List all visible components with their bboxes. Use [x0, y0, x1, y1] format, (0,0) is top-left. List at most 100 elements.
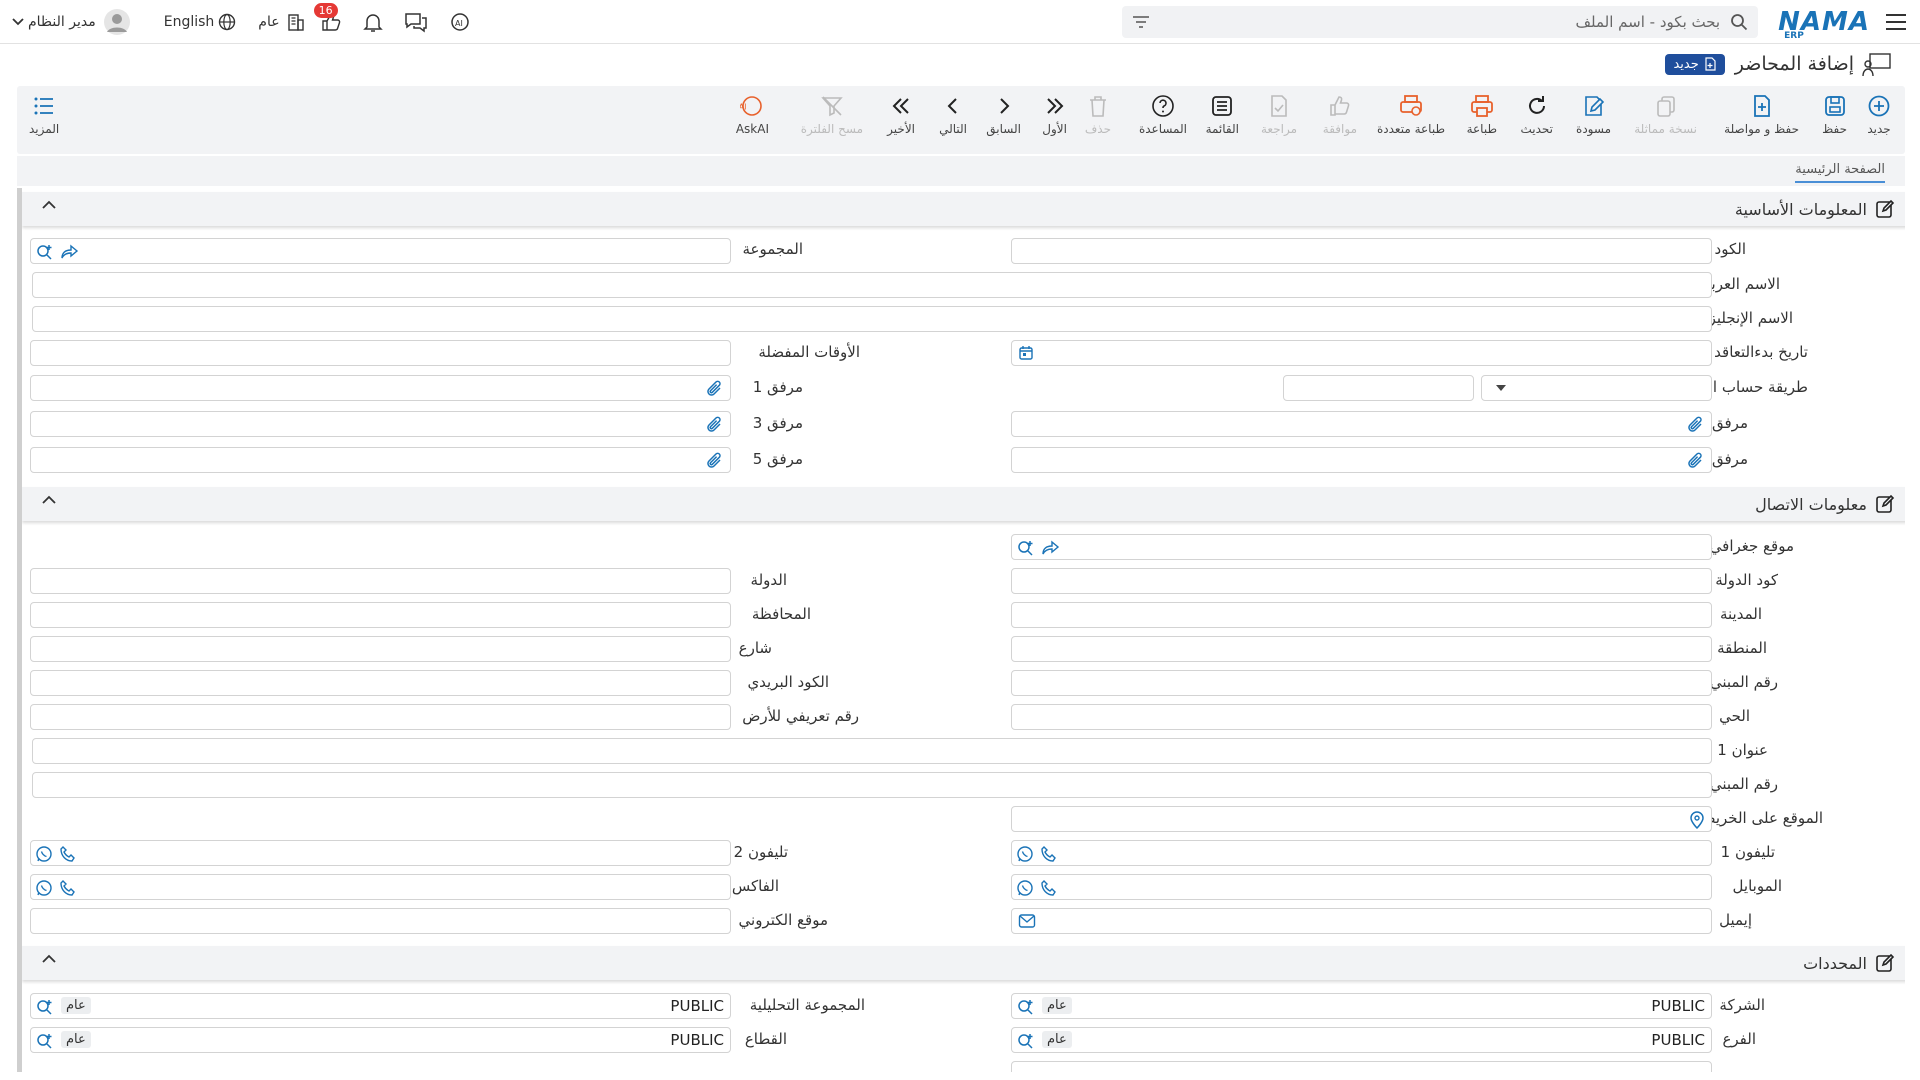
paperclip-icon[interactable]	[1687, 452, 1705, 470]
language-switch[interactable]: English	[164, 13, 237, 31]
search-input[interactable]: بحث بكود - اسم الملف	[1150, 13, 1721, 31]
attach2-input[interactable]	[1011, 411, 1712, 437]
map-location-input[interactable]	[1011, 806, 1712, 832]
phone-icon[interactable]	[59, 879, 77, 897]
pay-method-value-input[interactable]	[1283, 375, 1474, 401]
code-input[interactable]	[1011, 238, 1712, 264]
map-pin-icon[interactable]	[1689, 811, 1705, 829]
email-input[interactable]	[1011, 908, 1712, 934]
chevron-up-icon[interactable]	[42, 495, 56, 505]
search-box[interactable]: بحث بكود - اسم الملف	[1122, 5, 1759, 38]
branch-input[interactable]: PUBLIC عام	[1011, 1027, 1712, 1053]
whatsapp-icon[interactable]	[35, 845, 53, 863]
pay-method-select[interactable]	[1481, 375, 1712, 401]
askai-button[interactable]: AI AskAI	[736, 94, 769, 136]
duplicate-button[interactable]: نسخة مماثلة	[1634, 94, 1697, 136]
whatsapp-icon[interactable]	[35, 879, 53, 897]
group-input[interactable]	[30, 238, 731, 264]
search-icon[interactable]	[1016, 998, 1034, 1016]
help-button[interactable]: المساعدة	[1139, 94, 1187, 136]
district-input[interactable]	[1011, 704, 1712, 730]
delete-button[interactable]: حذف	[1085, 94, 1111, 136]
next-row-input[interactable]	[1011, 1061, 1712, 1072]
paperclip-icon[interactable]	[706, 380, 724, 398]
chevron-up-icon[interactable]	[42, 200, 56, 210]
print-button[interactable]: طباعة	[1467, 94, 1497, 136]
mobile-input[interactable]	[1011, 874, 1712, 900]
scope-selector[interactable]: عام	[258, 12, 305, 32]
refresh-button[interactable]: تحديث	[1520, 94, 1553, 136]
draft-button[interactable]: مسودة	[1576, 94, 1611, 136]
menu-icon[interactable]	[1876, 0, 1916, 44]
new-button[interactable]: جديد	[1867, 94, 1891, 136]
postal-code-input[interactable]	[30, 670, 731, 696]
paperclip-icon[interactable]	[706, 452, 724, 470]
paperclip-icon[interactable]	[706, 416, 724, 434]
approve-button[interactable]: موافقة	[1323, 94, 1357, 136]
search-icon[interactable]	[1016, 539, 1034, 557]
approvals-button[interactable]: 16	[313, 3, 342, 33]
city-input[interactable]	[1011, 602, 1712, 628]
chevron-up-icon[interactable]	[42, 954, 56, 964]
mail-icon[interactable]	[1018, 913, 1036, 929]
section-basic-header[interactable]: المعلومات الأساسية	[22, 192, 1905, 226]
first-button[interactable]: الأول	[1042, 94, 1067, 136]
section-contact-header[interactable]: معلومات الاتصال	[22, 487, 1905, 521]
country-input[interactable]	[30, 568, 731, 594]
attach3-input[interactable]	[30, 411, 731, 437]
address1-input[interactable]	[32, 738, 1712, 764]
whatsapp-icon[interactable]	[1016, 845, 1034, 863]
phone-icon[interactable]	[1040, 879, 1058, 897]
user-menu[interactable]: مدير النظام	[12, 9, 130, 35]
preferred-times-input[interactable]	[30, 340, 731, 366]
chat-button[interactable]	[404, 11, 428, 33]
fax-input[interactable]	[30, 874, 731, 900]
multi-print-button[interactable]: طباعة متعددة	[1377, 94, 1445, 136]
phone-icon[interactable]	[1040, 845, 1058, 863]
region-input[interactable]	[1011, 636, 1712, 662]
review-button[interactable]: مراجعة	[1261, 94, 1297, 136]
analytic-group-input[interactable]: PUBLIC عام	[30, 993, 731, 1019]
share-arrow-icon[interactable]	[1042, 539, 1060, 557]
notifications-button[interactable]	[362, 11, 384, 33]
website-input[interactable]	[30, 908, 731, 934]
filter-icon[interactable]	[1132, 15, 1150, 29]
country-code-input[interactable]	[1011, 568, 1712, 594]
app-logo[interactable]: NAMA ERP	[1778, 7, 1870, 41]
whatsapp-icon[interactable]	[1016, 879, 1034, 897]
contract-start-input[interactable]	[1011, 340, 1712, 366]
geo-location-input[interactable]	[1011, 534, 1712, 560]
search-icon[interactable]	[35, 998, 53, 1016]
phone1-input[interactable]	[1011, 840, 1712, 866]
paperclip-icon[interactable]	[1687, 416, 1705, 434]
section-dimensions-header[interactable]: المحددات	[22, 946, 1905, 980]
sector-input[interactable]: PUBLIC عام	[30, 1027, 731, 1053]
building-no-input[interactable]	[1011, 670, 1712, 696]
clear-filter-button[interactable]: مسح الفلترة	[801, 94, 863, 136]
attach1-input[interactable]	[30, 375, 731, 401]
english-name-input[interactable]	[32, 306, 1712, 332]
phone-icon[interactable]	[59, 845, 77, 863]
next-button[interactable]: التالي	[939, 94, 967, 136]
land-id-input[interactable]	[30, 704, 731, 730]
tab-main[interactable]: الصفحة الرئيسية	[1795, 162, 1885, 183]
attach5-input[interactable]	[30, 447, 731, 473]
company-input[interactable]: PUBLIC عام	[1011, 993, 1712, 1019]
search-icon[interactable]	[35, 243, 53, 261]
arabic-name-input[interactable]	[32, 272, 1712, 298]
more-button[interactable]: المزيد	[29, 94, 59, 136]
save-continue-button[interactable]: حفظ و مواصلة	[1724, 94, 1799, 136]
street-input[interactable]	[30, 636, 731, 662]
share-arrow-icon[interactable]	[61, 243, 79, 261]
last-button[interactable]: الأخير	[887, 94, 915, 136]
building-no2-input[interactable]	[32, 772, 1712, 798]
search-icon[interactable]	[1016, 1032, 1034, 1050]
calendar-icon[interactable]	[1018, 345, 1034, 361]
previous-button[interactable]: السابق	[986, 94, 1021, 136]
phone2-input[interactable]	[30, 840, 731, 866]
search-icon[interactable]	[35, 1032, 53, 1050]
governorate-input[interactable]	[30, 602, 731, 628]
ai-assistant-button[interactable]: AI	[448, 11, 472, 33]
save-button[interactable]: حفظ	[1822, 94, 1847, 136]
attach4-input[interactable]	[1011, 447, 1712, 473]
